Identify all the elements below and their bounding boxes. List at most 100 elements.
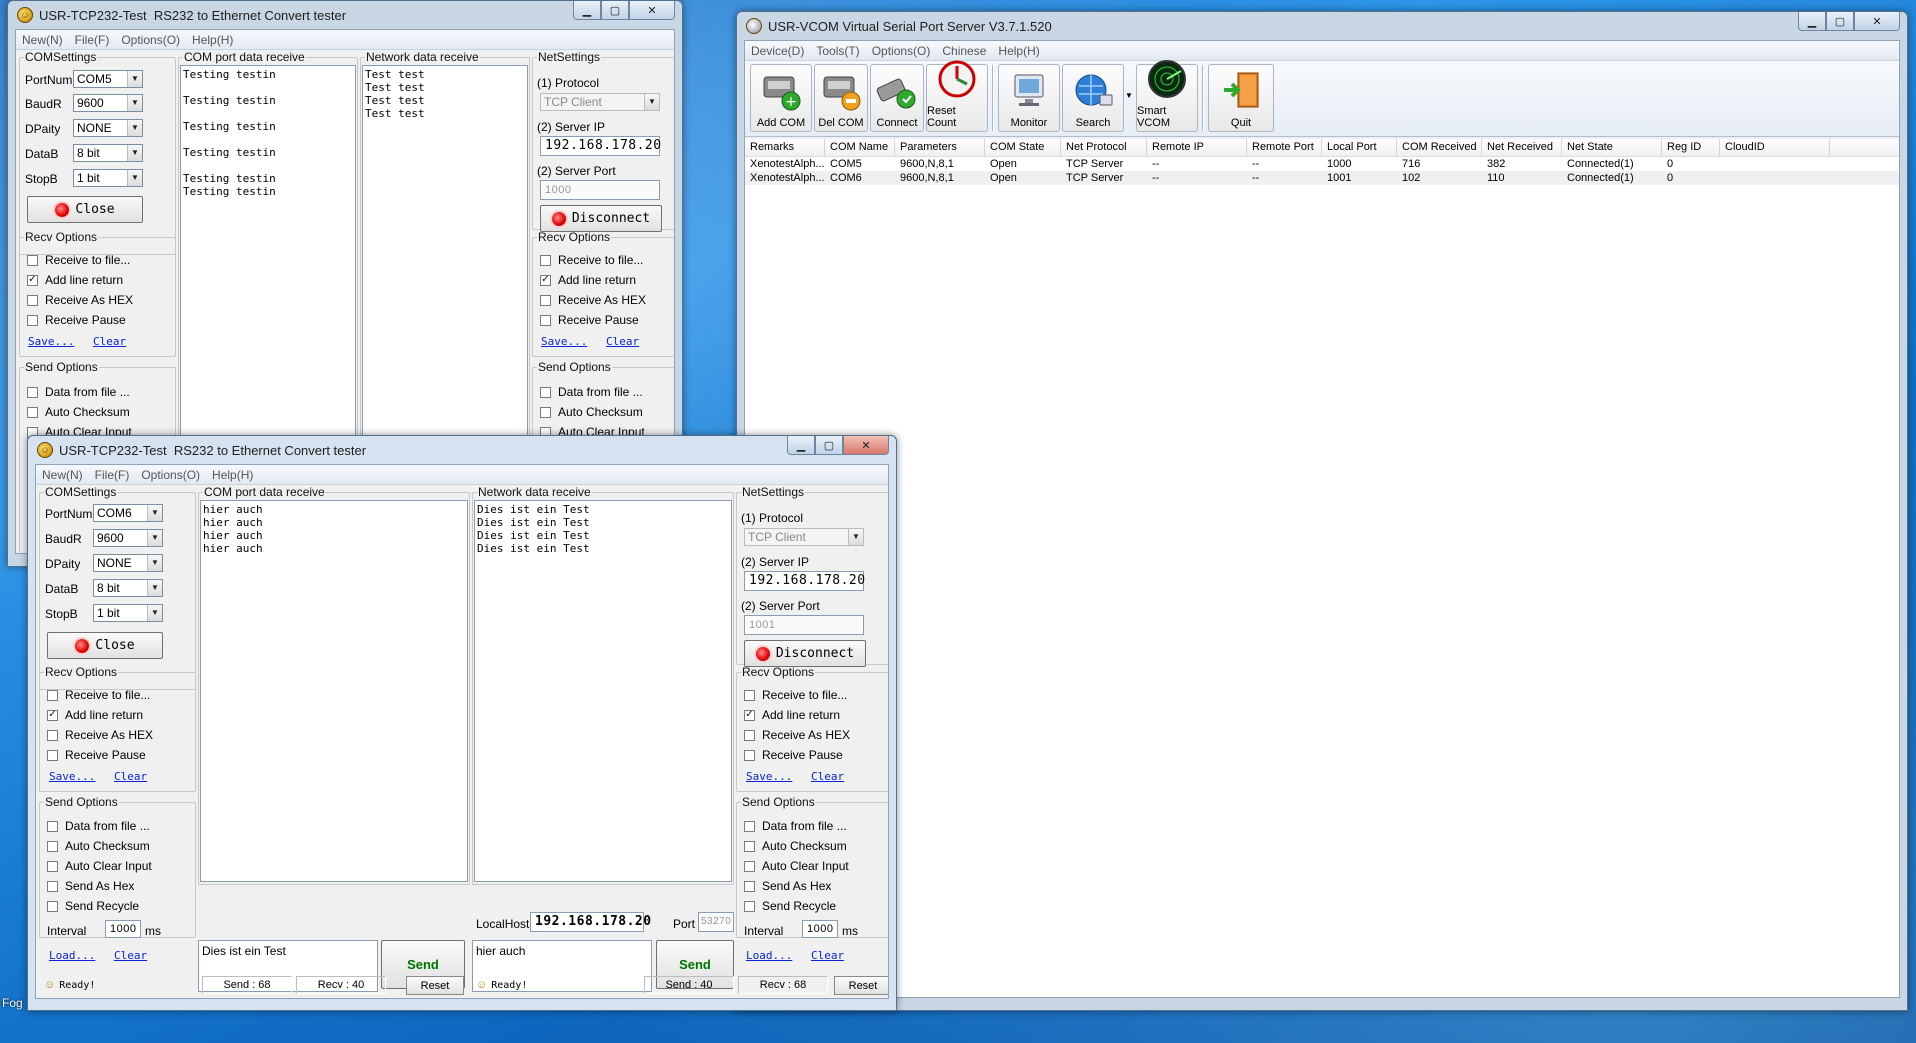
column-net-received[interactable]: Net Received — [1482, 139, 1562, 156]
com-data-from-file-checkbox[interactable]: Data from file ... — [47, 819, 150, 833]
menu-new[interactable]: New(N) — [16, 33, 69, 47]
net-receive-hex-checkbox[interactable]: Receive As HEX — [744, 728, 850, 742]
column-remarks[interactable]: Remarks — [745, 139, 825, 156]
table-row[interactable]: XenotestAlph... COM5 9600,N,8,1 Open TCP… — [745, 157, 1899, 171]
menu-help[interactable]: Help(H) — [186, 33, 239, 47]
com-receive-hex-checkbox[interactable]: Receive As HEX — [27, 293, 133, 307]
smart-vcom-button[interactable]: Smart VCOM — [1136, 60, 1198, 132]
column-net-protocol[interactable]: Net Protocol — [1061, 139, 1147, 156]
com-save-link[interactable]: Save... — [49, 770, 95, 783]
quit-button[interactable]: Quit — [1208, 64, 1274, 132]
net-send-recycle-checkbox[interactable]: Send Recycle — [744, 899, 836, 913]
table-row[interactable]: XenotestAlph... COM6 9600,N,8,1 Open TCP… — [745, 171, 1899, 185]
net-save-link[interactable]: Save... — [746, 770, 792, 783]
portnum-select[interactable]: COM6 ▼ — [93, 504, 163, 522]
com-send-clear-link[interactable]: Clear — [114, 949, 147, 962]
com-receive-pause-checkbox[interactable]: Receive Pause — [47, 748, 146, 762]
net-data-from-file-checkbox[interactable]: Data from file ... — [540, 385, 643, 399]
menu-device[interactable]: Device(D) — [745, 44, 810, 58]
search-button[interactable]: Search — [1062, 64, 1124, 132]
local-port-input[interactable]: 53270 — [698, 912, 734, 932]
close-window-button[interactable]: ✕ — [1854, 12, 1900, 31]
com-interval-input[interactable]: 1000 — [105, 920, 141, 938]
close-window-button[interactable]: ✕ — [843, 436, 889, 455]
com-receive-textarea[interactable]: hier auch hier auch hier auch hier auch — [200, 500, 468, 882]
disconnect-button[interactable]: Disconnect — [744, 640, 866, 667]
net-save-link[interactable]: Save... — [541, 335, 587, 348]
menu-tools[interactable]: Tools(T) — [810, 44, 865, 58]
stopbits-select[interactable]: 1 bit ▼ — [93, 604, 163, 622]
net-data-from-file-checkbox[interactable]: Data from file ... — [744, 819, 847, 833]
vcom-titlebar[interactable]: USR-VCOM Virtual Serial Port Server V3.7… — [744, 12, 1900, 40]
protocol-select[interactable]: TCP Client ▼ — [540, 93, 660, 111]
com-auto-clear-input-checkbox[interactable]: Auto Clear Input — [47, 859, 152, 873]
menu-help[interactable]: Help(H) — [992, 44, 1045, 58]
connect-button[interactable]: Connect — [870, 64, 924, 132]
net-clear-link[interactable]: Clear — [811, 770, 844, 783]
net-receive-textarea[interactable]: Dies ist ein Test Dies ist ein Test Dies… — [474, 500, 732, 882]
net-auto-checksum-checkbox[interactable]: Auto Checksum — [540, 405, 643, 419]
server-port-input[interactable]: 1001 — [744, 615, 864, 635]
parity-select[interactable]: NONE ▼ — [73, 119, 143, 137]
maximize-button[interactable]: ▢ — [601, 1, 629, 20]
net-reset-button[interactable]: Reset — [834, 976, 888, 995]
tcp2-titlebar[interactable]: ☺ USR-TCP232-Test RS232 to Ethernet Conv… — [35, 436, 889, 464]
minimize-button[interactable]: ▁ — [1798, 12, 1826, 31]
column-com-received[interactable]: COM Received — [1397, 139, 1482, 156]
column-remote-ip[interactable]: Remote IP — [1147, 139, 1247, 156]
com-save-link[interactable]: Save... — [28, 335, 74, 348]
server-port-input[interactable]: 1000 — [540, 180, 660, 200]
com-auto-checksum-checkbox[interactable]: Auto Checksum — [27, 405, 130, 419]
maximize-button[interactable]: ▢ — [815, 436, 843, 455]
desktop-icon-label[interactable]: Fog — [2, 996, 23, 1010]
menu-file[interactable]: File(F) — [69, 33, 116, 47]
add-com-button[interactable]: + Add COM — [750, 64, 812, 132]
net-auto-clear-input-checkbox[interactable]: Auto Clear Input — [744, 859, 849, 873]
server-ip-input[interactable]: 192.168.178.20 — [540, 136, 661, 156]
server-ip-input[interactable]: 192.168.178.20 — [744, 571, 865, 591]
minimize-button[interactable]: ▁ — [573, 1, 601, 20]
com-receive-pause-checkbox[interactable]: Receive Pause — [27, 313, 126, 327]
close-port-button[interactable]: Close — [47, 632, 163, 659]
disconnect-button[interactable]: Disconnect — [540, 205, 662, 232]
close-window-button[interactable]: ✕ — [629, 1, 675, 20]
menu-options[interactable]: Options(O) — [135, 468, 206, 482]
net-add-line-return-checkbox[interactable]: ✓ Add line return — [540, 273, 636, 287]
menu-file[interactable]: File(F) — [89, 468, 136, 482]
net-auto-checksum-checkbox[interactable]: Auto Checksum — [744, 839, 847, 853]
tcp1-titlebar[interactable]: ☺ USR-TCP232-Test RS232 to Ethernet Conv… — [15, 1, 675, 29]
menu-options[interactable]: Options(O) — [115, 33, 186, 47]
close-port-button[interactable]: Close — [27, 196, 143, 223]
parity-select[interactable]: NONE ▼ — [93, 554, 163, 572]
minimize-button[interactable]: ▁ — [787, 436, 815, 455]
localhost-input[interactable]: 192.168.178.20 — [530, 912, 651, 932]
column-cloud-id[interactable]: CloudID — [1720, 139, 1830, 156]
databits-select[interactable]: 8 bit ▼ — [93, 579, 163, 597]
com-send-recycle-checkbox[interactable]: Send Recycle — [47, 899, 139, 913]
monitor-button[interactable]: Monitor — [998, 64, 1060, 132]
com-clear-link[interactable]: Clear — [93, 335, 126, 348]
column-reg-id[interactable]: Reg ID — [1662, 139, 1720, 156]
net-send-clear-link[interactable]: Clear — [811, 949, 844, 962]
databits-select[interactable]: 8 bit ▼ — [73, 144, 143, 162]
protocol-select[interactable]: TCP Client ▼ — [744, 528, 864, 546]
net-receive-hex-checkbox[interactable]: Receive As HEX — [540, 293, 646, 307]
menu-new[interactable]: New(N) — [36, 468, 89, 482]
menu-chinese[interactable]: Chinese — [936, 44, 992, 58]
net-send-as-hex-checkbox[interactable]: Send As Hex — [744, 879, 831, 893]
net-load-link[interactable]: Load... — [746, 949, 792, 962]
column-net-state[interactable]: Net State — [1562, 139, 1662, 156]
portnum-select[interactable]: COM5 ▼ — [73, 70, 143, 88]
com-receive-hex-checkbox[interactable]: Receive As HEX — [47, 728, 153, 742]
stopbits-select[interactable]: 1 bit ▼ — [73, 169, 143, 187]
com-receive-to-file-checkbox[interactable]: Receive to file... — [47, 688, 150, 702]
com-auto-checksum-checkbox[interactable]: Auto Checksum — [47, 839, 150, 853]
com-data-from-file-checkbox[interactable]: Data from file ... — [27, 385, 130, 399]
menu-help[interactable]: Help(H) — [206, 468, 259, 482]
column-com-name[interactable]: COM Name — [825, 139, 895, 156]
net-receive-pause-checkbox[interactable]: Receive Pause — [744, 748, 843, 762]
column-local-port[interactable]: Local Port — [1322, 139, 1397, 156]
del-com-button[interactable]: Del COM — [814, 64, 868, 132]
com-reset-button[interactable]: Reset — [406, 976, 464, 995]
column-parameters[interactable]: Parameters — [895, 139, 985, 156]
